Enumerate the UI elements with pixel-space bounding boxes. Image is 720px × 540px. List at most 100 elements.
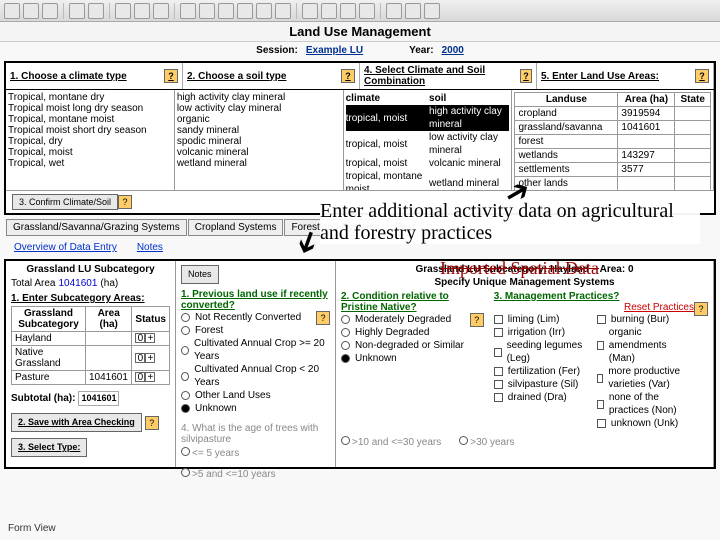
- radio-option[interactable]: Highly Degraded: [341, 326, 470, 339]
- climate-panel[interactable]: Tropical, montane dry Tropical moist lon…: [6, 90, 175, 190]
- list-item[interactable]: wetland mineral: [177, 158, 341, 169]
- check-option[interactable]: more productive varieties (Var): [597, 365, 694, 391]
- check-option[interactable]: unknown (Unk): [597, 417, 694, 430]
- help-icon[interactable]: ?: [316, 311, 330, 325]
- confirm-button[interactable]: 3. Confirm Climate/Soil: [12, 194, 118, 210]
- radio-option[interactable]: >10 and <=30 years: [341, 436, 441, 449]
- list-item[interactable]: sandy mineral: [177, 125, 341, 136]
- select-type-button[interactable]: 3. Select Type:: [11, 438, 87, 457]
- nav-first-icon[interactable]: [302, 3, 318, 19]
- check-option[interactable]: liming (Lim): [494, 313, 591, 326]
- radio-option[interactable]: >5 and <=10 years: [181, 468, 276, 481]
- toolbar-button[interactable]: [386, 3, 402, 19]
- sort-icon[interactable]: [237, 3, 253, 19]
- help-icon[interactable]: ?: [145, 416, 159, 430]
- list-item[interactable]: Tropical moist short dry season: [8, 125, 172, 136]
- radio-option[interactable]: Unknown: [341, 352, 484, 365]
- radio-option[interactable]: Non-degraded or Similar: [341, 339, 484, 352]
- check-option[interactable]: silvipasture (Sil): [494, 378, 591, 391]
- table-row[interactable]: wetlands143297: [515, 149, 711, 163]
- toolbar-button[interactable]: [153, 3, 169, 19]
- help-icon[interactable]: ?: [164, 69, 178, 83]
- radio-option[interactable]: <= 5 years: [181, 447, 239, 460]
- toolbar-button[interactable]: [4, 3, 20, 19]
- table-row[interactable]: Pasture10416010+: [12, 371, 170, 385]
- check-option[interactable]: organic amendments (Man): [597, 326, 694, 365]
- notes-link[interactable]: Notes: [137, 242, 163, 253]
- radio-option[interactable]: Moderately Degraded: [341, 313, 470, 326]
- list-item[interactable]: organic: [177, 114, 341, 125]
- print-icon[interactable]: [42, 3, 58, 19]
- plus-icon[interactable]: 0: [135, 333, 145, 343]
- tab-cropland[interactable]: Cropland Systems: [188, 219, 284, 236]
- list-item[interactable]: Tropical moist long dry season: [8, 103, 172, 114]
- help-icon[interactable]: ?: [341, 69, 355, 83]
- radio-option[interactable]: Other Land Uses: [181, 389, 330, 402]
- list-item[interactable]: Tropical, montane moist: [8, 114, 172, 125]
- notes-button[interactable]: Notes: [181, 265, 219, 284]
- landuse-panel[interactable]: LanduseArea (ha)State cropland3919594 gr…: [512, 90, 714, 190]
- radio-option[interactable]: Not Recently Converted: [181, 311, 316, 324]
- help-icon[interactable]: [424, 3, 440, 19]
- nav-last-icon[interactable]: [359, 3, 375, 19]
- check-option[interactable]: seeding legumes (Leg): [494, 339, 591, 365]
- save-area-button[interactable]: 2. Save with Area Checking: [11, 413, 142, 432]
- soil-panel[interactable]: high activity clay mineral low activity …: [175, 90, 344, 190]
- list-item[interactable]: Tropical, dry: [8, 136, 172, 147]
- list-item[interactable]: high activity clay mineral: [177, 92, 341, 103]
- list-item[interactable]: Tropical, montane dry: [8, 92, 172, 103]
- nav-prev-icon[interactable]: [321, 3, 337, 19]
- list-item[interactable]: low activity clay mineral: [177, 103, 341, 114]
- check-option[interactable]: irrigation (Irr): [494, 326, 591, 339]
- tab-grassland[interactable]: Grassland/Savanna/Grazing Systems: [6, 219, 187, 236]
- reset-practices-link[interactable]: Reset Practices: [624, 302, 694, 313]
- toolbar-button[interactable]: [69, 3, 85, 19]
- list-item[interactable]: Tropical, wet: [8, 158, 172, 169]
- table-row[interactable]: settlements3577: [515, 163, 711, 177]
- radio-option[interactable]: Cultivated Annual Crop >= 20 Years: [181, 337, 330, 363]
- plus-icon[interactable]: +: [145, 353, 155, 363]
- help-icon[interactable]: ?: [694, 302, 708, 316]
- list-item[interactable]: tropical, montane moistwetland mineral: [346, 170, 510, 190]
- help-icon[interactable]: ?: [118, 195, 132, 209]
- plus-icon[interactable]: +: [145, 372, 155, 382]
- radio-option[interactable]: >30 years: [459, 436, 514, 449]
- toolbar-button[interactable]: [134, 3, 150, 19]
- combo-panel[interactable]: climatesoil tropical, moisthigh activity…: [344, 90, 513, 190]
- check-option[interactable]: none of the practices (Non): [597, 391, 694, 417]
- list-item[interactable]: tropical, moistvolcanic mineral: [346, 157, 510, 170]
- plus-icon[interactable]: 0: [135, 372, 145, 382]
- toolbar-button[interactable]: [275, 3, 291, 19]
- list-item[interactable]: tropical, moistlow activity clay mineral: [346, 131, 510, 157]
- toolbar-button[interactable]: [115, 3, 131, 19]
- help-icon[interactable]: ?: [520, 69, 532, 83]
- check-option[interactable]: drained (Dra): [494, 391, 591, 404]
- table-row[interactable]: grassland/savanna1041601: [515, 121, 711, 135]
- filter-icon[interactable]: [256, 3, 272, 19]
- list-item[interactable]: Tropical, moist: [8, 147, 172, 158]
- toolbar-button[interactable]: [218, 3, 234, 19]
- list-item[interactable]: volcanic mineral: [177, 147, 341, 158]
- table-row[interactable]: forest: [515, 135, 711, 149]
- radio-option[interactable]: Unknown: [181, 402, 330, 415]
- radio-option[interactable]: Forest: [181, 324, 316, 337]
- save-icon[interactable]: [23, 3, 39, 19]
- help-icon[interactable]: ?: [470, 313, 484, 327]
- table-row[interactable]: Hayland0+: [12, 332, 170, 346]
- radio-option[interactable]: Cultivated Annual Crop < 20 Years: [181, 363, 330, 389]
- help-icon[interactable]: ?: [695, 69, 709, 83]
- toolbar-button[interactable]: [199, 3, 215, 19]
- table-row[interactable]: Native Grassland0+: [12, 346, 170, 371]
- check-option[interactable]: fertilization (Fer): [494, 365, 591, 378]
- total-area-value[interactable]: 1041601: [58, 277, 97, 290]
- undo-icon[interactable]: [180, 3, 196, 19]
- toolbar-button[interactable]: [88, 3, 104, 19]
- toolbar-button[interactable]: [405, 3, 421, 19]
- session-value[interactable]: Example LU: [306, 45, 363, 56]
- list-item[interactable]: tropical, moisthigh activity clay minera…: [346, 105, 510, 131]
- year-value[interactable]: 2000: [442, 45, 464, 56]
- list-item[interactable]: spodic mineral: [177, 136, 341, 147]
- plus-icon[interactable]: +: [145, 333, 155, 343]
- table-row[interactable]: other lands: [515, 177, 711, 191]
- nav-next-icon[interactable]: [340, 3, 356, 19]
